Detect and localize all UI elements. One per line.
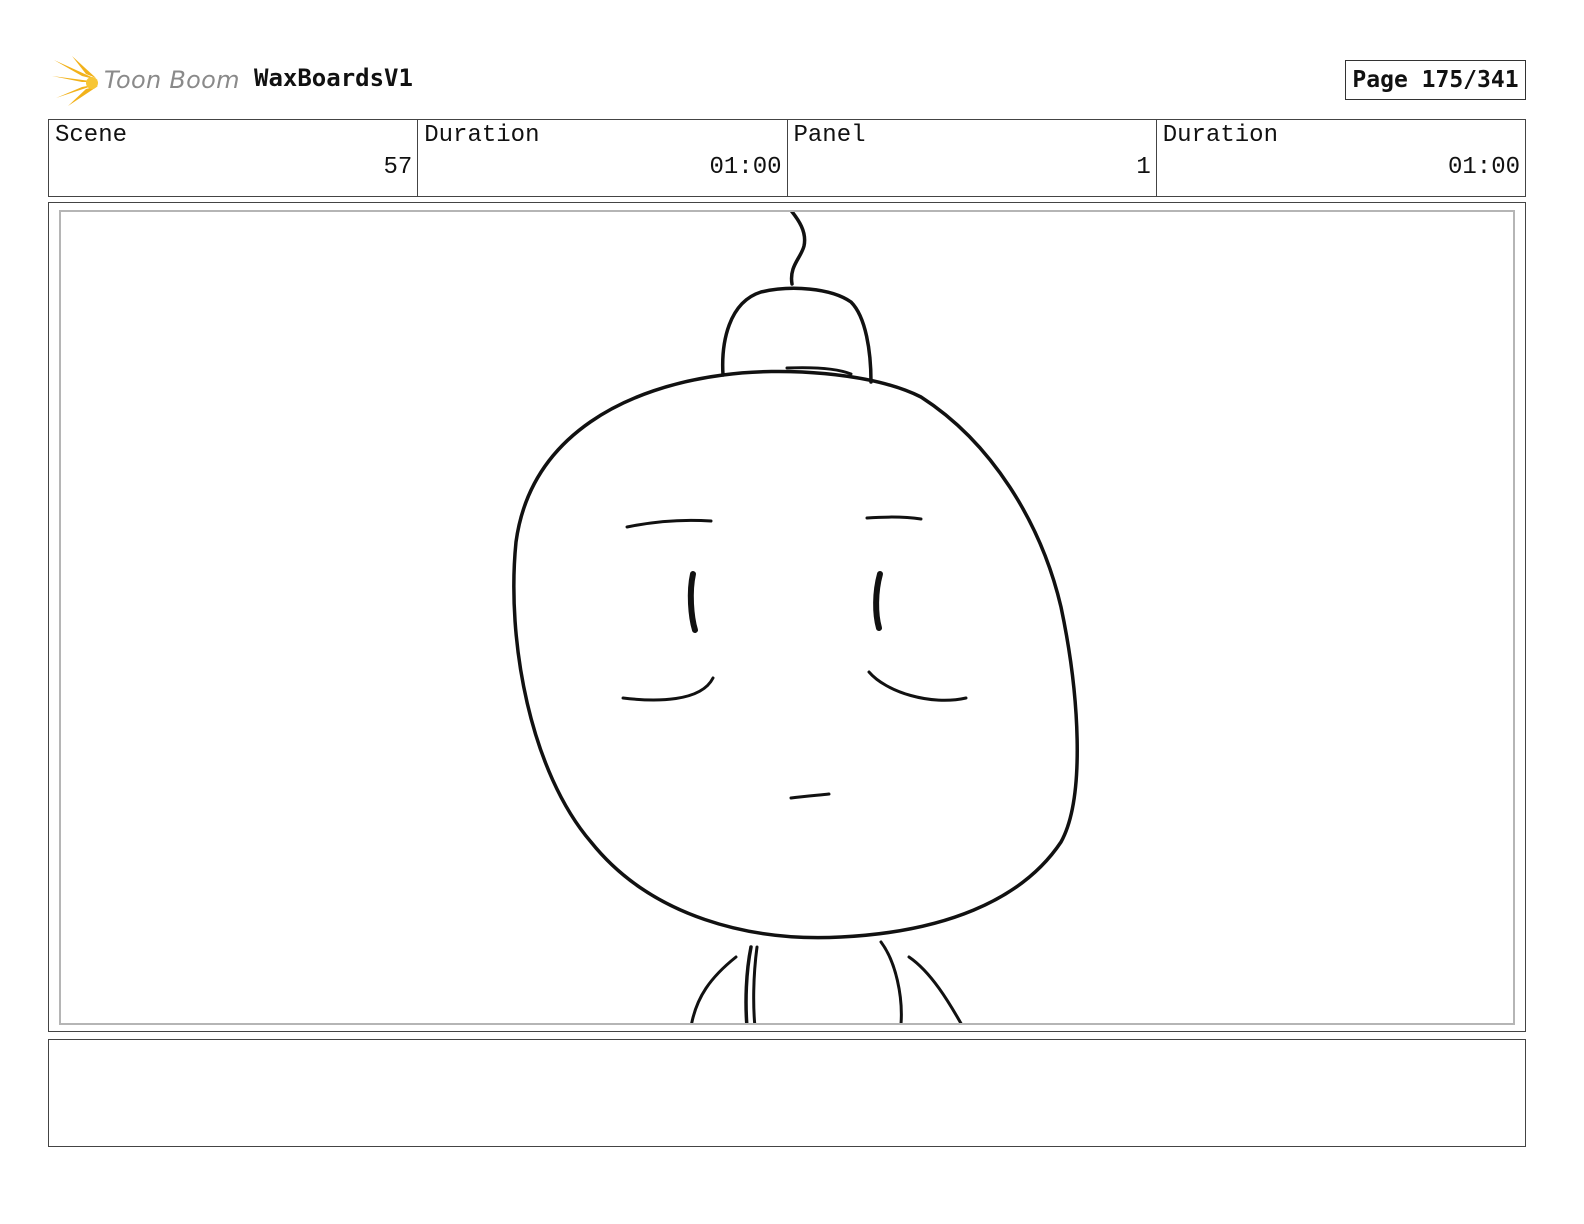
right-shoulder-line: [907, 955, 963, 1023]
neck-left-line-2: [752, 945, 759, 1023]
left-shoulder-line: [690, 955, 738, 1023]
left-eyebrow: [625, 518, 713, 529]
neck-right-line: [879, 940, 903, 1023]
logo-wordmark: Toon Boom: [104, 66, 240, 94]
right-cheek-line: [867, 670, 968, 702]
panel-value: 1: [1136, 154, 1151, 181]
panel-cell: Panel 1: [788, 120, 1157, 196]
scene-duration-cell: Duration 01:00: [418, 120, 788, 196]
project-title: WaxBoardsV1: [254, 64, 413, 92]
scene-duration-value: 01:00: [709, 154, 782, 181]
right-eyebrow: [865, 515, 923, 521]
panel-image-area: [59, 210, 1515, 1025]
right-eye: [873, 571, 883, 631]
panel-duration-cell: Duration 01:00: [1157, 120, 1525, 196]
panel-duration-value: 01:00: [1447, 154, 1520, 181]
left-cheek-line: [621, 676, 715, 702]
scene-info-row: Scene 57 Duration 01:00 Panel 1 Duration…: [48, 119, 1526, 197]
mouth-line: [789, 792, 831, 800]
panel-duration-label: Duration: [1162, 122, 1278, 149]
neck-left-line: [744, 945, 753, 1023]
head-outline: [512, 369, 1079, 940]
scene-cell: Scene 57: [49, 120, 419, 196]
left-eye: [687, 571, 698, 633]
scene-duration-label: Duration: [424, 122, 540, 149]
antenna-line: [789, 212, 807, 286]
page-number: Page 175/341: [1345, 60, 1526, 100]
scene-value: 57: [383, 154, 413, 181]
panel-label: Panel: [793, 122, 866, 149]
scene-label: Scene: [55, 122, 128, 149]
character-sketch: [512, 212, 1079, 1023]
panel-notes-box: [48, 1039, 1526, 1147]
